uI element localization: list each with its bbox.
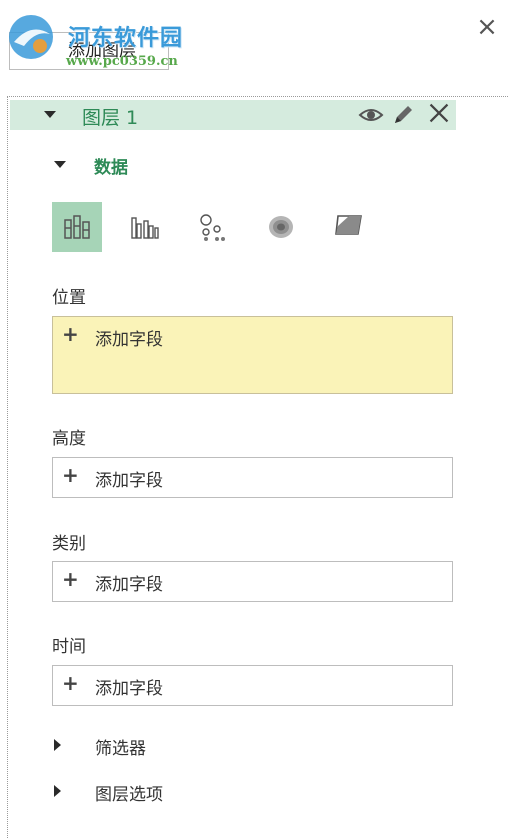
filters-section-title[interactable]: 筛选器 [95,734,146,759]
stacked-column-icon [64,215,90,239]
bubble-icon [200,214,225,241]
plus-icon: + [62,671,79,695]
clustered-column-icon [131,217,159,239]
layer-header[interactable]: 图层 1 [10,100,456,130]
category-field-well[interactable]: + 添加字段 [52,561,453,602]
viz-stacked-column-button[interactable] [52,202,102,252]
eye-icon[interactable] [358,104,384,126]
heat-map-icon [269,216,293,238]
delete-layer-icon[interactable] [426,102,452,124]
viz-region-button[interactable] [324,202,374,252]
add-field-link[interactable]: 添加字段 [95,674,163,699]
add-field-link[interactable]: 添加字段 [95,466,163,491]
collapse-caret-icon[interactable] [44,111,56,118]
watermark-logo: 河东软件园 www.pc0359.cn [4,8,244,69]
watermark-emblem-icon [9,15,53,59]
data-section-caret-icon[interactable] [54,161,66,168]
watermark-url: www.pc0359.cn [66,54,178,69]
close-icon: × [476,12,498,42]
field-label-height: 高度 [52,429,86,449]
region-icon [335,215,362,235]
plus-icon: + [62,463,79,487]
viz-clustered-column-button[interactable] [120,202,170,252]
close-pane-button[interactable]: × [472,12,502,42]
add-field-link[interactable]: 添加字段 [95,570,163,595]
viz-bubble-button[interactable] [188,202,238,252]
location-field-well[interactable]: + 添加字段 [52,316,453,394]
viz-heat-map-button[interactable] [256,202,306,252]
field-label-category: 类别 [52,534,86,554]
layer-options-section-title[interactable]: 图层选项 [95,780,163,805]
pane-top-border [7,96,508,97]
time-field-well[interactable]: + 添加字段 [52,665,453,706]
field-label-time: 时间 [52,637,86,657]
pane-left-border [7,96,8,838]
field-label-location: 位置 [52,288,86,308]
layer-options-expand-caret-icon[interactable] [54,785,61,797]
watermark-title: 河东软件园 [68,25,184,51]
data-section-title[interactable]: 数据 [94,153,128,178]
pencil-icon[interactable] [392,104,414,126]
plus-icon: + [62,322,79,346]
add-field-link[interactable]: 添加字段 [95,325,163,350]
height-field-well[interactable]: + 添加字段 [52,457,453,498]
filters-expand-caret-icon[interactable] [54,739,61,751]
plus-icon: + [62,567,79,591]
layer-name: 图层 1 [82,107,139,129]
